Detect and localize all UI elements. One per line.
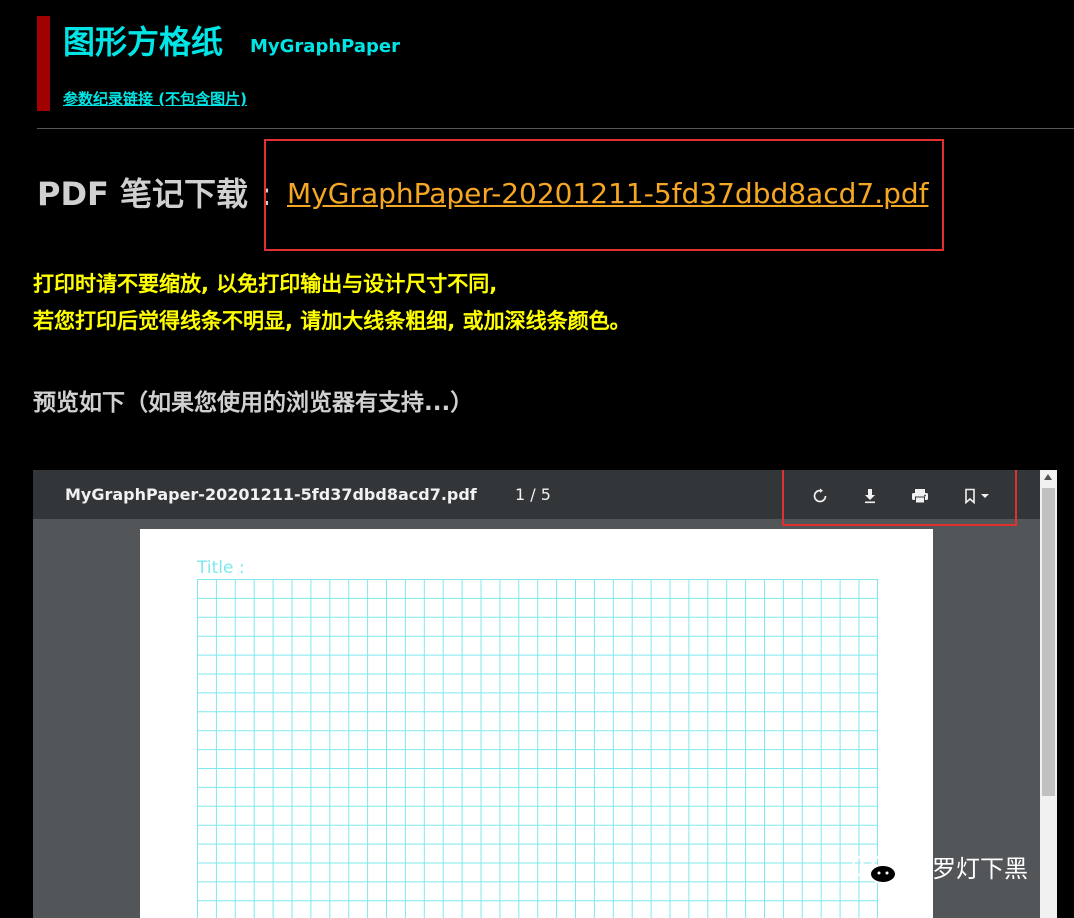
parameter-record-link[interactable]: 参数纪录链接 (不包含图片) (63, 89, 247, 109)
scrollbar-thumb[interactable] (1042, 488, 1055, 796)
print-notice-line-2: 若您打印后觉得线条不明显, 请加大线条粗细, 或加深线条颜色。 (33, 309, 631, 333)
print-notice-line-1: 打印时请不要缩放, 以免打印输出与设计尺寸不同, (33, 272, 498, 296)
preview-note: 预览如下（如果您使用的浏览器有支持...） (33, 390, 474, 416)
watermark-text: 网罗灯下黑 (908, 855, 1028, 883)
pdf-viewer: MyGraphPaper-20201211-5fd37dbd8acd7.pdf … (33, 470, 1040, 918)
download-link-highlight-box (264, 139, 944, 251)
graph-paper-title-label: Title : (197, 558, 245, 578)
scroll-up-arrow-icon[interactable] (1044, 474, 1052, 480)
pdf-download-label: PDF 笔记下载 (37, 175, 249, 213)
header-divider (37, 128, 1074, 129)
wechat-icon (852, 854, 897, 884)
viewer-scrollbar[interactable] (1040, 470, 1057, 918)
pdf-page: Title : (140, 529, 933, 918)
header-accent-bar (37, 16, 50, 111)
pdf-page-indicator: 1 / 5 (515, 485, 551, 504)
graph-paper-grid (197, 579, 878, 918)
toolbar-highlight-box (782, 470, 1017, 526)
pdf-viewer-filename: MyGraphPaper-20201211-5fd37dbd8acd7.pdf (65, 485, 477, 504)
page-title: 图形方格纸 (63, 23, 224, 61)
watermark: 网罗灯下黑 (850, 852, 1028, 886)
page-subtitle: MyGraphPaper (250, 36, 400, 57)
